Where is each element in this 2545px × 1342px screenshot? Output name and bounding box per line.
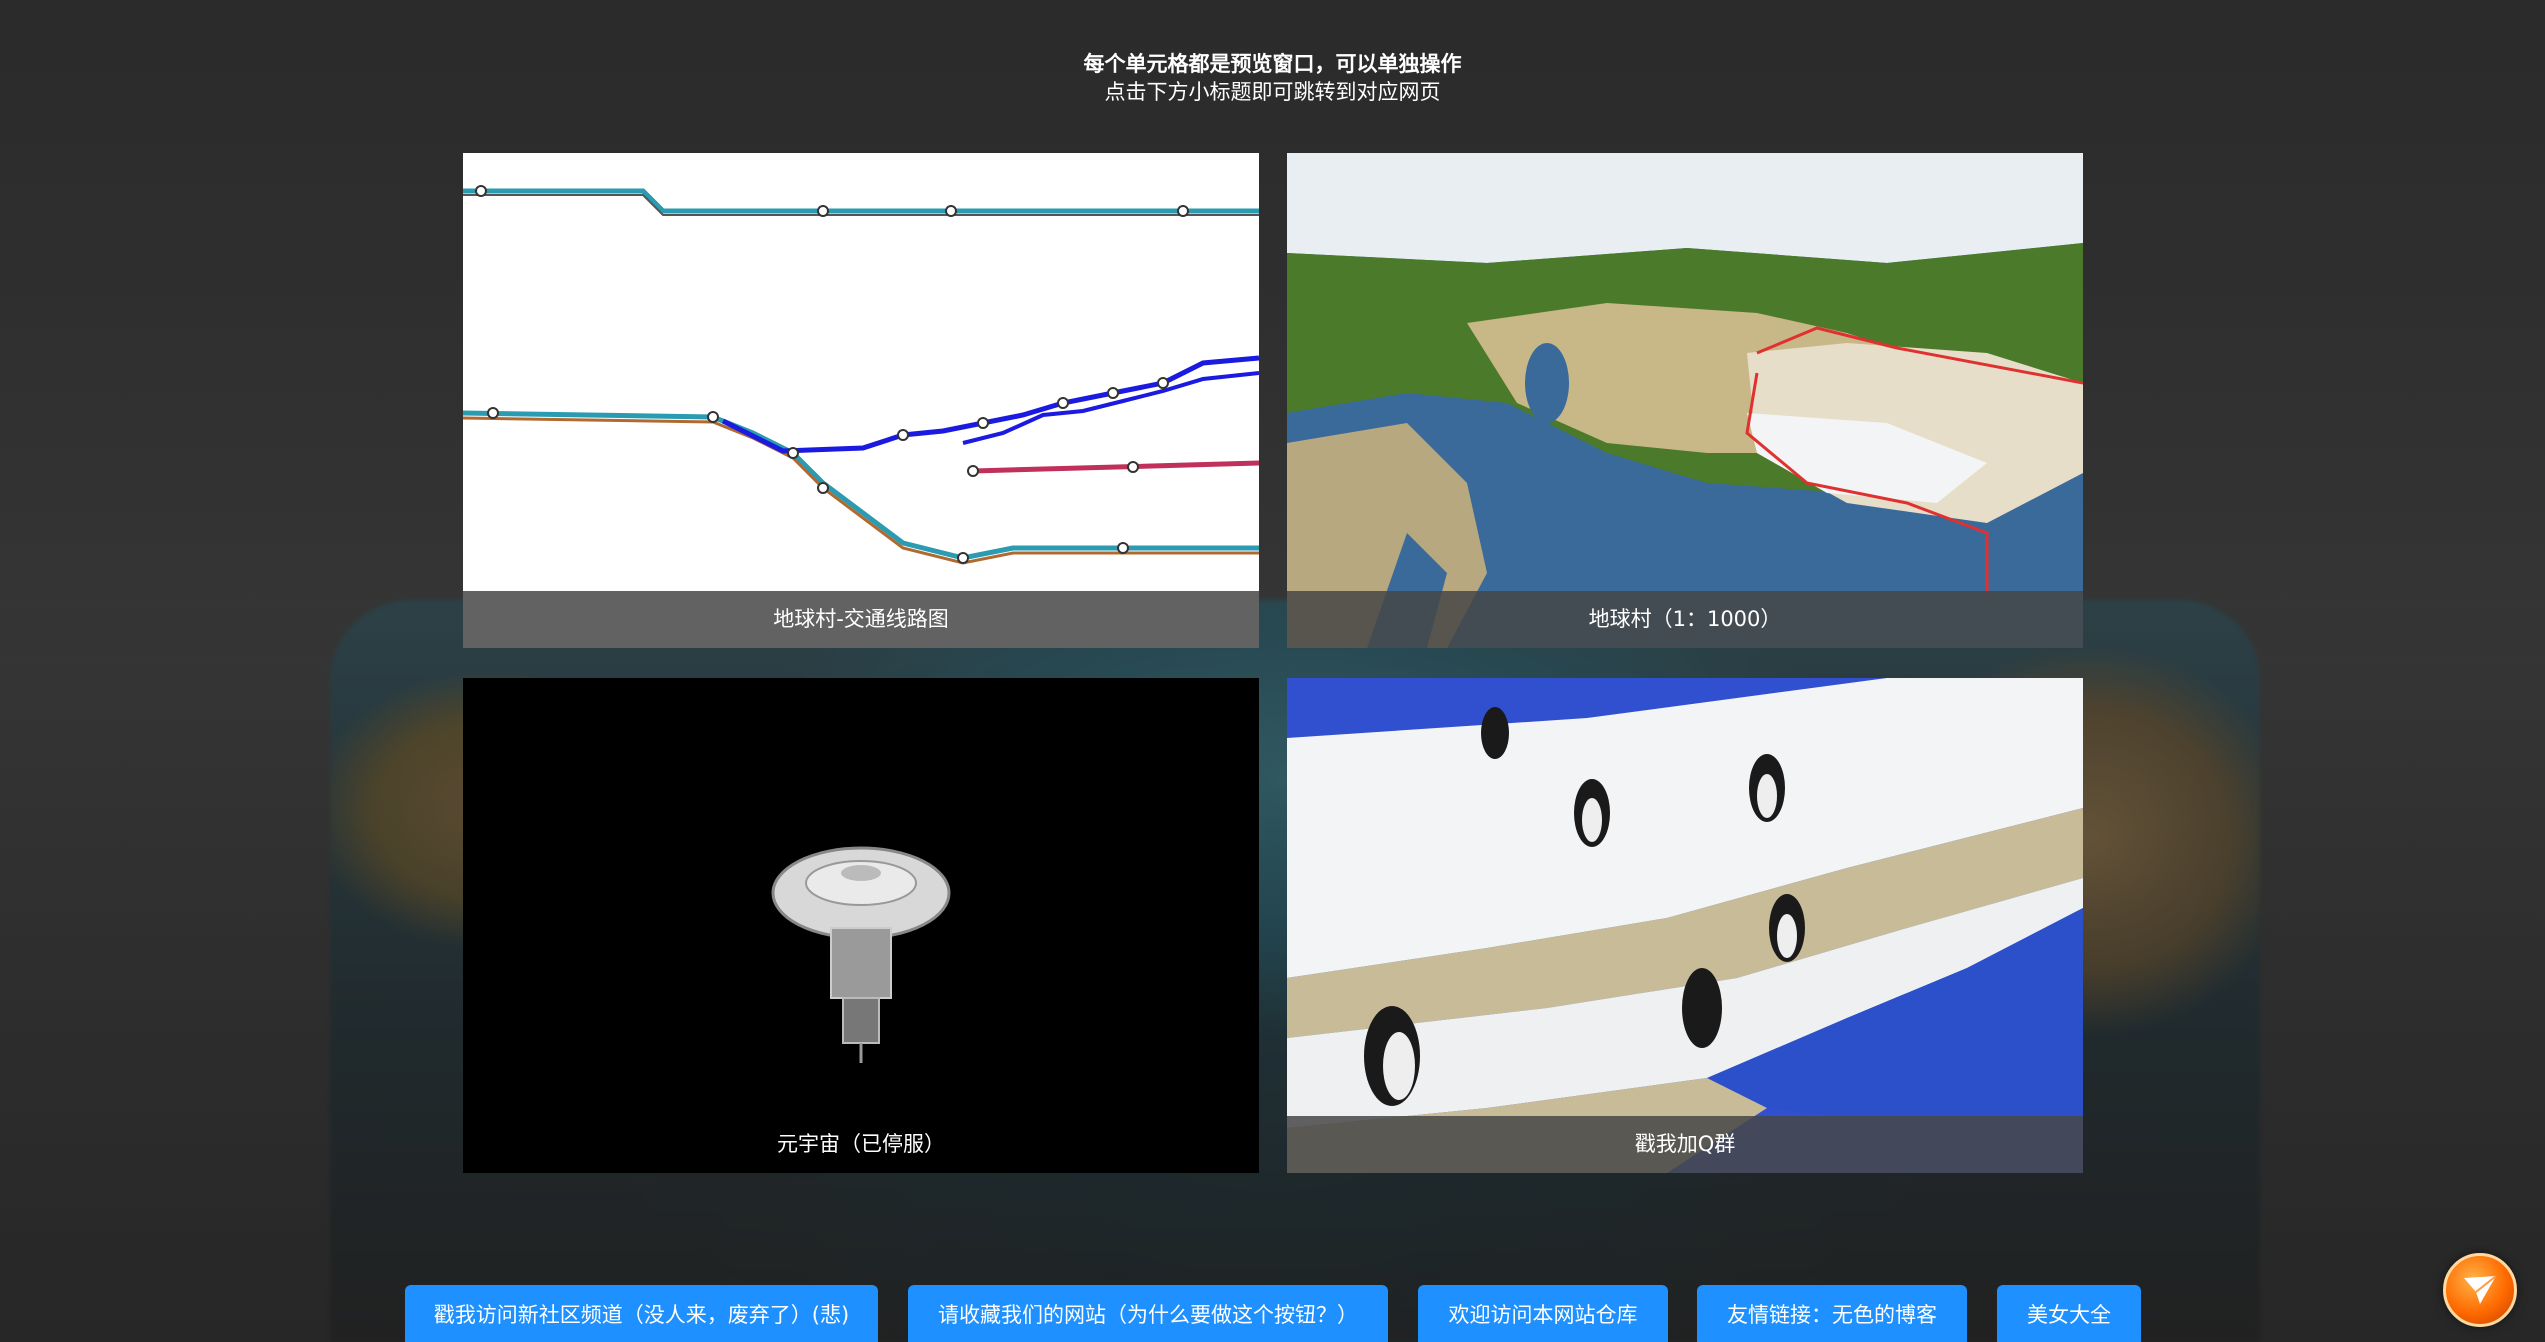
preview-cell-metaverse[interactable]: 元宇宙（已停服） bbox=[463, 678, 1259, 1173]
preview-grid: 地球村-交通线路图 地球村（1：1000） 元宇宙（已停服） 戳我加Q群 bbox=[463, 153, 2083, 1173]
bottom-button-row: 戳我访问新社区频道（没人来，废弃了）(悲) 请收藏我们的网站（为什么要做这个按钮… bbox=[0, 1285, 2545, 1342]
page-subtitle: 点击下方小标题即可跳转到对应网页 bbox=[1104, 80, 1441, 104]
page-header: 每个单元格都是预览窗口，可以单独操作 点击下方小标题即可跳转到对应网页 bbox=[0, 50, 2545, 106]
penguin-scene-preview[interactable] bbox=[1287, 678, 2083, 1173]
paper-plane-icon bbox=[2464, 1275, 2497, 1304]
repository-button[interactable]: 欢迎访问本网站仓库 bbox=[1418, 1285, 1668, 1342]
gallery-button[interactable]: 美女大全 bbox=[1997, 1285, 2141, 1342]
page-title: 每个单元格都是预览窗口，可以单独操作 bbox=[1083, 52, 1462, 76]
friend-link-button[interactable]: 友情链接：无色的博客 bbox=[1697, 1285, 1967, 1342]
cell-caption-link[interactable]: 元宇宙（已停服） bbox=[463, 1116, 1259, 1173]
preview-cell-transit-map[interactable]: 地球村-交通线路图 bbox=[463, 153, 1259, 648]
floating-action-button[interactable] bbox=[2443, 1253, 2517, 1327]
bookmark-site-button[interactable]: 请收藏我们的网站（为什么要做这个按钮？） bbox=[908, 1285, 1388, 1342]
metaverse-preview[interactable] bbox=[463, 678, 1259, 1173]
cell-caption-link[interactable]: 地球村-交通线路图 bbox=[463, 591, 1259, 648]
preview-cell-earth-map[interactable]: 地球村（1：1000） bbox=[1287, 153, 2083, 648]
cell-caption-link[interactable]: 地球村（1：1000） bbox=[1287, 591, 2083, 648]
cell-caption-link[interactable]: 戳我加Q群 bbox=[1287, 1116, 2083, 1173]
transit-map-preview[interactable] bbox=[463, 153, 1259, 648]
earth-map-preview[interactable] bbox=[1287, 153, 2083, 648]
community-channel-button[interactable]: 戳我访问新社区频道（没人来，废弃了）(悲) bbox=[405, 1285, 878, 1342]
preview-cell-qq-group[interactable]: 戳我加Q群 bbox=[1287, 678, 2083, 1173]
